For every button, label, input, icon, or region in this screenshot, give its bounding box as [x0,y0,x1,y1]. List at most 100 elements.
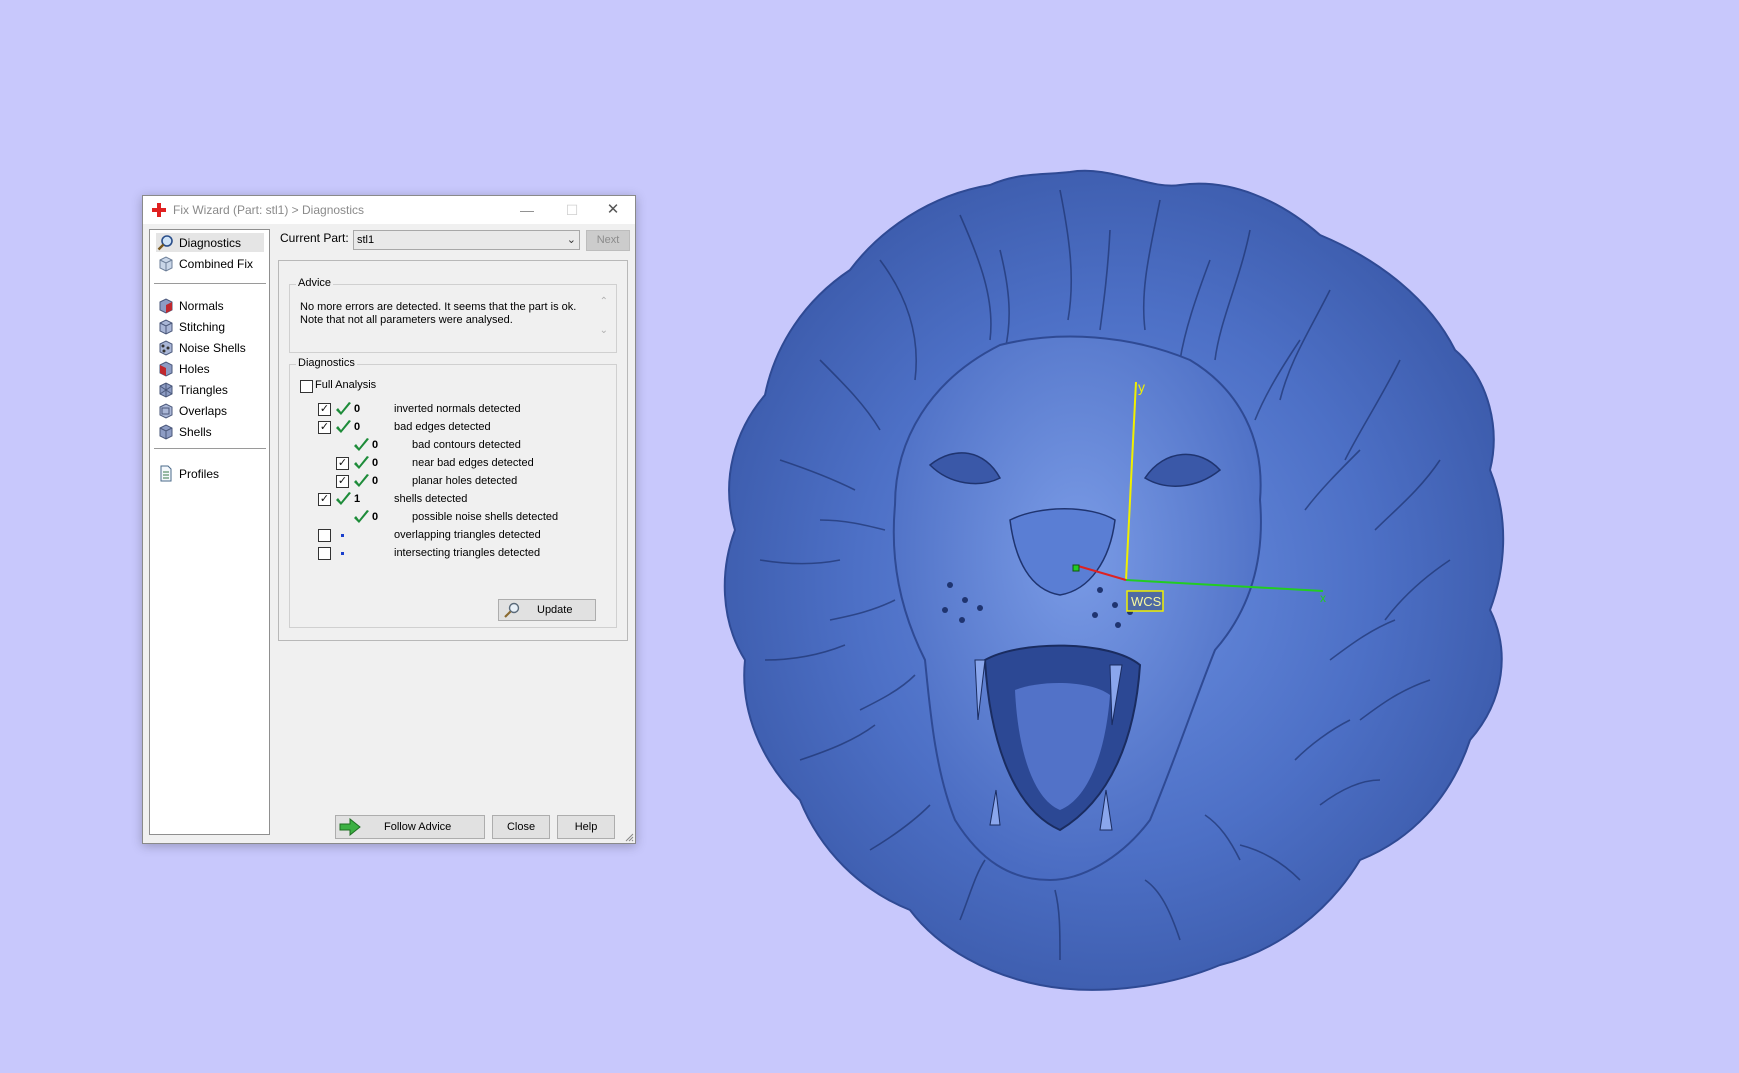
diagnostic-count: 0 [354,421,361,433]
diagnostic-checkbox[interactable]: ✓ [318,421,331,434]
pending-dot-icon [341,552,344,555]
close-window-button[interactable]: ✕ [591,196,635,224]
diagnostic-count: 0 [372,511,379,523]
green-check-icon [353,437,370,453]
overlaps-cube-icon [159,403,173,419]
sidebar-item-diagnostics[interactable]: Diagnostics [156,233,264,252]
noise-shells-icon [159,340,173,356]
diagnostics-legend: Diagnostics [296,357,357,369]
holes-cube-icon [159,361,173,377]
stitching-cube-icon [159,319,173,335]
diagnostic-count: 1 [354,493,361,505]
green-check-icon [335,419,352,435]
follow-advice-button[interactable]: Follow Advice [335,815,485,839]
sidebar-item-label: Overlaps [179,404,228,418]
chevron-down-icon: ⌄ [566,234,576,246]
green-arrow-icon [339,818,361,836]
green-check-icon [335,401,352,417]
diagnostic-count: 0 [372,475,379,487]
diagnostic-label: intersecting triangles detected [394,547,541,559]
current-part-label: Current Part: [280,231,349,245]
full-analysis-label: Full Analysis [315,379,377,391]
green-check-icon [335,491,352,507]
sidebar-item-combined-fix[interactable]: Combined Fix [156,254,264,273]
diagnostic-count: 0 [372,439,379,451]
diagnostic-label: planar holes detected [412,475,518,487]
update-label: Update [537,604,573,616]
minimize-button[interactable]: — [505,196,549,224]
diagnostic-label: overlapping triangles detected [394,529,541,541]
normals-cube-icon [159,298,173,314]
diagnostic-checkbox[interactable]: ✓ [318,493,331,506]
sidebar-divider [154,283,266,284]
sidebar-item-label: Shells [179,425,212,439]
wizard-sidebar: Diagnostics Combined Fix Normals Stitchi… [149,229,270,835]
diagnostic-label: shells detected [394,493,468,505]
red-cross-icon [152,203,166,217]
green-check-icon [353,509,370,525]
update-button[interactable]: Update [498,599,596,621]
diagnostic-checkbox[interactable]: ✓ [336,457,349,470]
sidebar-item-label: Diagnostics [179,236,242,250]
sidebar-item-label: Stitching [179,320,226,334]
advice-group: Advice No more errors are detected. It s… [289,277,617,353]
sidebar-item-label: Holes [179,362,210,376]
diagnostic-checkbox[interactable] [318,529,331,542]
magnifier-icon [504,602,520,618]
diagnostics-group: Diagnostics Full Analysis ✓ 0 inverted nor… [289,357,617,628]
sidebar-item-normals[interactable]: Normals [156,296,264,315]
diagnostic-count: 0 [354,403,361,415]
cube-icon [159,256,173,272]
diagnostic-label: bad edges detected [394,421,491,433]
scroll-down-icon[interactable]: ⌄ [600,325,608,336]
current-part-dropdown[interactable]: stl1 ⌄ [353,230,580,250]
sidebar-item-profiles[interactable]: Profiles [156,464,264,483]
current-part-value: stl1 [357,234,375,246]
document-icon [160,465,172,482]
sidebar-item-label: Noise Shells [179,341,246,355]
diagnostic-label: inverted normals detected [394,403,521,415]
sidebar-item-label: Profiles [179,467,220,481]
sidebar-item-noise-shells[interactable]: Noise Shells [156,338,264,357]
y-axis-label: y [1138,379,1145,395]
scroll-up-icon[interactable]: ⌃ [600,296,608,307]
pending-dot-icon [341,534,344,537]
sidebar-item-stitching[interactable]: Stitching [156,317,264,336]
magnifier-icon [157,235,173,251]
sidebar-item-shells[interactable]: Shells [156,422,264,441]
x-axis-label: x [1320,591,1326,605]
sidebar-item-holes[interactable]: Holes [156,359,264,378]
sidebar-item-overlaps[interactable]: Overlaps [156,401,264,420]
shells-cube-icon [159,424,173,440]
triangles-cube-icon [159,382,173,398]
sidebar-item-label: Triangles [179,383,228,397]
fix-wizard-dialog: Fix Wizard (Part: stl1) > Diagnostics — … [142,195,636,844]
sidebar-item-label: Normals [179,299,224,313]
sidebar-item-triangles[interactable]: Triangles [156,380,264,399]
dialog-title: Fix Wizard (Part: stl1) > Diagnostics [173,203,365,217]
diagnostic-checkbox[interactable] [318,547,331,560]
diagnostic-label: possible noise shells detected [412,511,559,523]
follow-advice-label: Follow Advice [384,821,452,833]
full-analysis-checkbox[interactable] [300,380,313,393]
help-button[interactable]: Help [557,815,615,839]
close-button[interactable]: Close [492,815,550,839]
diagnostic-label: near bad edges detected [412,457,534,469]
diagnostics-panel: Advice No more errors are detected. It s… [278,260,628,641]
diagnostic-checkbox[interactable]: ✓ [318,403,331,416]
origin-marker [1072,564,1080,572]
sidebar-divider [154,448,266,449]
wcs-label: WCS [1131,594,1162,609]
resize-grip-icon[interactable] [624,832,634,842]
title-bar[interactable]: Fix Wizard (Part: stl1) > Diagnostics — … [143,196,635,224]
diagnostic-count: 0 [372,457,379,469]
lion-head-model [723,169,1505,991]
sidebar-item-label: Combined Fix [179,257,254,271]
diagnostic-label: bad contours detected [412,439,521,451]
green-check-icon [353,455,370,471]
maximize-button[interactable]: ☐ [550,196,594,224]
green-check-icon [353,473,370,489]
next-button[interactable]: Next [586,230,630,251]
diagnostic-checkbox[interactable]: ✓ [336,475,349,488]
advice-text: No more errors are detected. It seems th… [300,301,577,326]
